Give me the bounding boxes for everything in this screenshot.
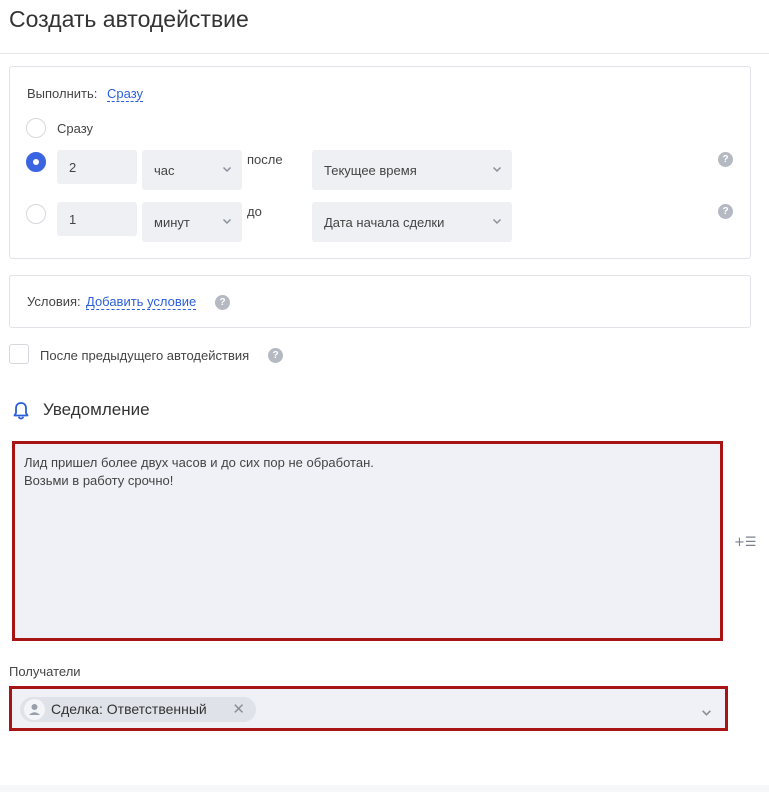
radio-immediately[interactable] (26, 118, 46, 138)
conditions-label: Условия: (27, 294, 81, 309)
recipients-label: Получатели (9, 664, 81, 679)
chevron-down-icon (222, 216, 232, 226)
message-line: Возьми в работу срочно! (24, 473, 174, 488)
help-icon[interactable]: ? (268, 348, 283, 363)
radio-immediately-label: Сразу (57, 121, 94, 136)
row2-relation: до (247, 204, 262, 219)
notification-title: Уведомление (43, 400, 150, 419)
row1-amount-input[interactable]: 2 (57, 150, 137, 184)
row2-anchor-value: Дата начала сделки (324, 214, 445, 230)
bell-icon (12, 401, 30, 421)
page-title: Создать автодействие (9, 6, 249, 32)
execute-mode-link[interactable]: Сразу (107, 86, 144, 102)
row1-unit-select[interactable]: час (142, 150, 242, 190)
help-icon[interactable]: ? (718, 204, 733, 219)
row1-unit-value: час (154, 162, 175, 178)
row2-unit-value: минут (154, 214, 190, 230)
chevron-down-icon (492, 164, 502, 174)
radio-row2[interactable] (26, 204, 46, 224)
after-previous-label: После предыдущего автодействия (40, 348, 250, 363)
help-icon[interactable]: ? (718, 152, 733, 167)
row1-anchor-select[interactable]: Текущее время (312, 150, 512, 190)
row2-amount-input[interactable]: 1 (57, 202, 137, 236)
chevron-down-icon[interactable] (701, 705, 712, 723)
notification-message-textarea[interactable]: Лид пришел более двух часов и до сих пор… (12, 441, 723, 641)
bottom-strip (0, 785, 769, 792)
row2-anchor-select[interactable]: Дата начала сделки (312, 202, 512, 242)
after-previous-checkbox[interactable] (9, 344, 29, 364)
execute-card: Выполнить: Сразу Сразу 2 час после Текущ… (9, 66, 751, 259)
conditions-card: Условия: Добавить условие ? (9, 275, 751, 328)
message-line: Лид пришел более двух часов и до сих пор… (24, 455, 374, 470)
execute-label: Выполнить: (27, 86, 98, 101)
user-icon (24, 699, 45, 720)
recipient-tag-label: Сделка: Ответственный (51, 701, 207, 717)
insert-variable-icon[interactable]: +☰ (734, 535, 757, 550)
chevron-down-icon (222, 164, 232, 174)
remove-tag-icon[interactable]: ✕ (232, 700, 245, 718)
row2-unit-select[interactable]: минут (142, 202, 242, 242)
recipient-tag: Сделка: Ответственный ✕ (20, 697, 256, 722)
add-condition-link[interactable]: Добавить условие (86, 294, 197, 310)
row1-relation: после (247, 152, 283, 167)
row1-anchor-value: Текущее время (324, 162, 417, 178)
recipients-select[interactable]: Сделка: Ответственный ✕ (9, 686, 728, 731)
help-icon[interactable]: ? (215, 295, 230, 310)
radio-row1[interactable] (26, 152, 46, 172)
title-divider (0, 53, 769, 54)
chevron-down-icon (492, 216, 502, 226)
